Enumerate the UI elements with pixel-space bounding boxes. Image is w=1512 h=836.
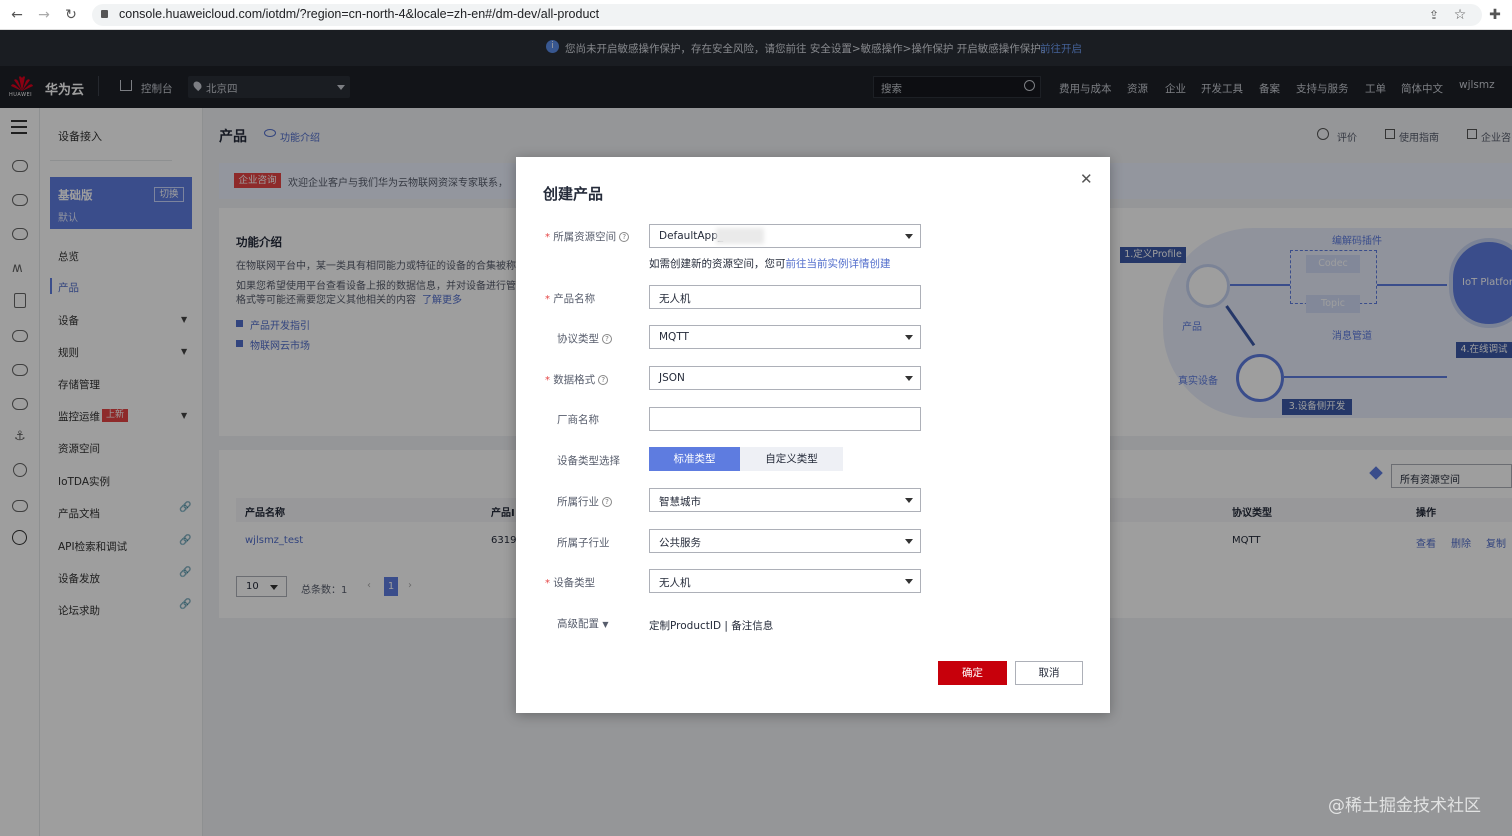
- create-resource-space-link[interactable]: 前往当前实例详情创建: [786, 258, 891, 270]
- hint-text: 如需创建新的资源空间，您可: [649, 258, 786, 270]
- protocol-value: MQTT: [659, 331, 689, 343]
- modal-backdrop-top: [0, 30, 1512, 108]
- chevron-down-icon: [905, 335, 913, 340]
- required-mark: *: [545, 375, 554, 386]
- sub-industry-label: 所属子行业: [557, 537, 610, 549]
- chevron-down-icon: [905, 539, 913, 544]
- reload-icon[interactable]: ↻: [62, 6, 80, 24]
- caret-down-icon: ▼: [602, 620, 609, 629]
- help-icon[interactable]: ?: [602, 334, 612, 344]
- protocol-label-row: 协议类型?: [557, 331, 612, 346]
- product-name-label-row: * 产品名称: [545, 291, 595, 306]
- advanced-config-toggle[interactable]: 高级配置 ▼: [557, 616, 609, 631]
- industry-value: 智慧城市: [659, 496, 701, 508]
- url-text[interactable]: console.huaweicloud.com/iotdm/?region=cn…: [119, 7, 599, 21]
- dialog-title: 创建产品: [543, 185, 604, 203]
- device-type-selection-label: 设备类型选择: [557, 455, 620, 467]
- forward-icon[interactable]: →: [35, 6, 53, 24]
- advanced-config-summary: 定制ProductID | 备注信息: [649, 620, 774, 632]
- required-mark: *: [545, 294, 554, 305]
- industry-label-row: 所属行业?: [557, 494, 612, 509]
- required-mark: *: [545, 578, 554, 589]
- resource-space-hint: 如需创建新的资源空间，您可前往当前实例详情创建: [649, 256, 891, 271]
- data-format-label: 数据格式: [553, 374, 596, 386]
- lock-icon: [101, 10, 108, 18]
- protocol-select[interactable]: [649, 325, 921, 349]
- help-icon[interactable]: ?: [598, 375, 609, 385]
- device-type-label: 设备类型: [553, 577, 596, 589]
- watermark: @稀土掘金技术社区: [1328, 796, 1481, 816]
- cancel-button[interactable]: 取消: [1015, 661, 1083, 685]
- data-format-value: JSON: [659, 372, 685, 384]
- industry-label: 所属行业: [557, 496, 599, 508]
- help-icon[interactable]: ?: [619, 232, 630, 242]
- resource-space-label: 所属资源空间: [553, 231, 617, 243]
- confirm-button[interactable]: 确定: [938, 661, 1007, 685]
- standard-type-button[interactable]: 标准类型: [649, 447, 740, 471]
- product-name-label: 产品名称: [553, 293, 596, 305]
- help-icon[interactable]: ?: [602, 497, 612, 507]
- sub-industry-value: 公共服务: [659, 537, 701, 549]
- bookmark-star-icon[interactable]: ☆: [1451, 6, 1469, 24]
- product-name-value: 无人机: [659, 293, 691, 305]
- chevron-down-icon: [905, 579, 913, 584]
- advanced-config-label: 高级配置: [557, 618, 599, 630]
- data-format-select[interactable]: [649, 366, 921, 390]
- required-mark: *: [545, 232, 554, 243]
- chevron-down-icon: [905, 498, 913, 503]
- vendor-input[interactable]: [649, 407, 921, 431]
- redacted-text: [716, 228, 764, 244]
- device-type-label-row: * 设备类型: [545, 575, 595, 590]
- chevron-down-icon: [905, 376, 913, 381]
- custom-type-button[interactable]: 自定义类型: [740, 447, 843, 471]
- protocol-label: 协议类型: [557, 333, 599, 345]
- share-icon[interactable]: ⇪: [1425, 6, 1443, 24]
- chevron-down-icon: [905, 234, 913, 239]
- resource-space-label-row: * 所属资源空间?: [545, 229, 630, 244]
- vendor-label: 厂商名称: [557, 414, 599, 426]
- resource-space-value: DefaultApp_: [659, 230, 724, 242]
- close-icon[interactable]: ✕: [1080, 171, 1093, 187]
- back-icon[interactable]: ←: [8, 6, 26, 24]
- device-type-value: 无人机: [659, 577, 691, 589]
- extensions-icon[interactable]: ✚: [1486, 6, 1504, 24]
- data-format-label-row: * 数据格式?: [545, 372, 609, 387]
